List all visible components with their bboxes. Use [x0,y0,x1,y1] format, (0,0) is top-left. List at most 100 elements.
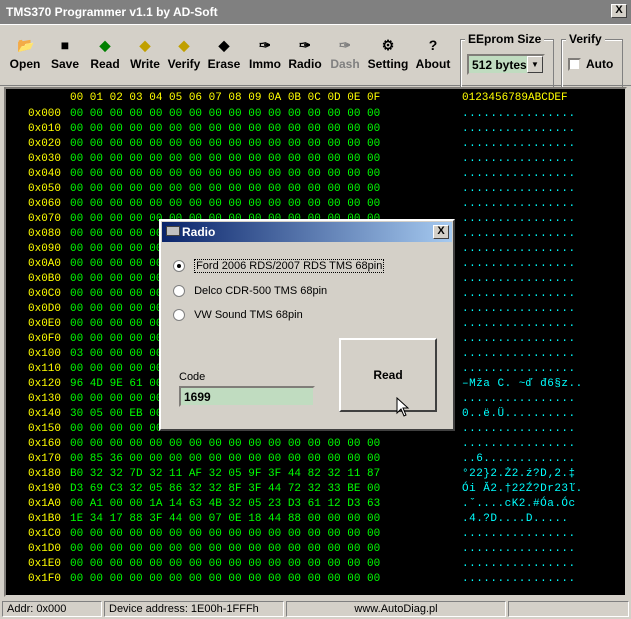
hex-row[interactable]: 0x1D0 00 00 00 00 00 00 00 00 00 00 00 00… [6,543,625,558]
about-button[interactable]: ? About [414,37,452,77]
verify-group: Verify Auto [561,32,623,89]
radio-option-ford[interactable]: Ford 2006 RDS/2007 RDS TMS 68pin [173,259,385,274]
hex-row-bytes[interactable]: 00 A1 00 00 1A 14 63 4B 32 05 23 D3 61 1… [70,498,380,510]
hex-row-ascii[interactable]: ................ [462,348,576,360]
hex-row-ascii[interactable]: –Mža C. ~ď đ6§z.. [462,378,583,390]
hex-row[interactable]: 0x160 00 00 00 00 00 00 00 00 00 00 00 00… [6,438,625,453]
hex-row[interactable]: 0x010 00 00 00 00 00 00 00 00 00 00 00 00… [6,123,625,138]
hex-row[interactable]: 0x180 B0 32 32 7D 32 11 AF 32 05 9F 3F 44… [6,468,625,483]
hex-row-bytes[interactable]: 1E 34 17 88 3F 44 00 07 0E 18 44 88 00 0… [70,513,380,525]
hex-row-address: 0x1D0 [28,543,62,555]
hex-row-bytes[interactable]: D3 69 C3 32 05 86 32 32 8F 3F 44 72 32 3… [70,483,380,495]
hex-row-bytes[interactable]: B0 32 32 7D 32 11 AF 32 05 9F 3F 44 82 3… [70,468,380,480]
open-button[interactable]: 📂 Open [8,37,42,77]
verify-button[interactable]: ◆ Verify [166,37,202,77]
radio-unselected-icon[interactable] [173,285,185,298]
hex-row-ascii[interactable]: .4.?D....D..... [462,513,569,525]
hex-row-bytes[interactable]: 00 00 00 00 00 00 00 00 00 00 00 00 00 0… [70,438,380,450]
hex-row-ascii[interactable]: 0..ë.Ü.......... [462,408,576,420]
erase-button[interactable]: ◆ Erase [207,37,241,77]
hex-row-bytes[interactable]: 00 00 00 00 00 00 00 00 00 00 00 00 00 0… [70,183,380,195]
hex-row-address: 0x0C0 [28,288,62,300]
setting-button[interactable]: ⚙ Setting [366,37,410,77]
hex-row-ascii[interactable]: ................ [462,558,576,570]
hex-row-bytes[interactable]: 00 00 00 00 00 00 00 00 00 00 00 00 00 0… [70,573,380,585]
hex-row[interactable]: 0x170 00 85 36 00 00 00 00 00 00 00 00 00… [6,453,625,468]
hex-row-ascii[interactable]: ................ [462,438,576,450]
dashboard-icon: ✑ [339,37,351,53]
hex-row[interactable]: 0x1E0 00 00 00 00 00 00 00 00 00 00 00 00… [6,558,625,573]
hex-row[interactable]: 0x000 00 00 00 00 00 00 00 00 00 00 00 00… [6,108,625,123]
radio-selected-icon[interactable] [173,260,185,273]
dialog-read-button[interactable]: Read [339,338,437,412]
hex-row-ascii[interactable]: ................ [462,273,576,285]
help-icon: ? [428,37,438,53]
hex-row-ascii[interactable]: ................ [462,183,576,195]
hex-row[interactable]: 0x1C0 00 00 00 00 00 00 00 00 00 00 00 00… [6,528,625,543]
hex-row-ascii[interactable]: ................ [462,258,576,270]
hex-row-address: 0x130 [28,393,62,405]
close-button[interactable]: X [611,4,627,18]
hex-row-bytes[interactable]: 00 00 00 00 00 00 00 00 00 00 00 00 00 0… [70,153,380,165]
eeprom-size-select[interactable]: 512 bytes ▼ [467,54,545,75]
chip-read-icon: ◆ [99,37,111,53]
hex-row-ascii[interactable]: ................ [462,228,576,240]
hex-row-bytes[interactable]: 00 00 00 00 00 00 00 00 00 00 00 00 00 0… [70,198,380,210]
code-field[interactable]: 1699 [179,386,315,407]
hex-row-ascii[interactable]: ................ [462,543,576,555]
hex-row-bytes[interactable]: 00 00 00 00 00 00 00 00 00 00 00 00 00 0… [70,108,380,120]
hex-row[interactable]: 0x1F0 00 00 00 00 00 00 00 00 00 00 00 00… [6,573,625,588]
verify-label: Verify [566,32,605,46]
radio-unselected-icon[interactable] [173,309,185,322]
hex-row[interactable]: 0x050 00 00 00 00 00 00 00 00 00 00 00 00… [6,183,625,198]
hex-row-ascii[interactable]: ................ [462,213,576,225]
radio-option-delco[interactable]: Delco CDR-500 TMS 68pin [173,285,327,298]
hex-row-bytes[interactable]: 00 00 00 00 00 00 00 00 00 00 00 00 00 0… [70,168,380,180]
write-button[interactable]: ◆ Write [128,37,162,77]
hex-row-ascii[interactable]: Ói Ă2.†22Ź?Dr23ľ. [462,483,583,495]
hex-row-ascii[interactable]: ................ [462,138,576,150]
hex-row-ascii[interactable]: °22}2.Ż2.ź?D‚2.‡ [462,468,576,480]
hex-row[interactable]: 0x190 D3 69 C3 32 05 86 32 32 8F 3F 44 72… [6,483,625,498]
hex-row[interactable]: 0x1A0 00 A1 00 00 1A 14 63 4B 32 05 23 D3… [6,498,625,513]
hex-row-bytes[interactable]: 00 00 00 00 00 00 00 00 00 00 00 00 00 0… [70,528,380,540]
hex-row-ascii[interactable]: ................ [462,363,576,375]
auto-checkbox[interactable] [568,58,581,71]
hex-row-ascii[interactable]: ................ [462,303,576,315]
hex-row-ascii[interactable]: ................ [462,333,576,345]
hex-row-ascii[interactable]: ................ [462,573,576,585]
hex-row-ascii[interactable]: ................ [462,123,576,135]
hex-row-ascii[interactable]: ................ [462,198,576,210]
hex-row-bytes[interactable]: 00 00 00 00 00 00 00 00 00 00 00 00 00 0… [70,138,380,150]
dialog-close-button[interactable]: X [433,225,449,239]
hex-row-bytes[interactable]: 00 00 00 00 00 00 00 00 00 00 00 00 00 0… [70,558,380,570]
radio-button[interactable]: ✑ Radio [287,37,323,77]
hex-row-ascii[interactable]: ................ [462,393,576,405]
hex-row-ascii[interactable]: ................ [462,423,576,435]
hex-row-ascii[interactable]: ................ [462,153,576,165]
hex-row-ascii[interactable]: .ˇ....cK2.#Óa.Óc [462,498,576,510]
hex-row[interactable]: 0x030 00 00 00 00 00 00 00 00 00 00 00 00… [6,153,625,168]
chevron-down-icon[interactable]: ▼ [527,56,543,73]
hex-row-bytes[interactable]: 00 00 00 00 00 00 00 00 00 00 00 00 00 0… [70,123,380,135]
dash-button[interactable]: ✑ Dash [328,37,362,77]
hex-row-bytes[interactable]: 00 85 36 00 00 00 00 00 00 00 00 00 00 0… [70,453,380,465]
hex-row-ascii[interactable]: ..6............. [462,453,576,465]
hex-row[interactable]: 0x040 00 00 00 00 00 00 00 00 00 00 00 00… [6,168,625,183]
immo-button[interactable]: ✑ Immo [248,37,282,77]
radio-option-vw[interactable]: VW Sound TMS 68pin [173,309,303,322]
hex-row[interactable]: 0x1B0 1E 34 17 88 3F 44 00 07 0E 18 44 88… [6,513,625,528]
hex-row-ascii[interactable]: ................ [462,168,576,180]
save-button[interactable]: ■ Save [48,37,82,77]
hex-row-ascii[interactable]: ................ [462,318,576,330]
hex-row[interactable]: 0x060 00 00 00 00 00 00 00 00 00 00 00 00… [6,198,625,213]
hex-row[interactable]: 0x020 00 00 00 00 00 00 00 00 00 00 00 00… [6,138,625,153]
read-button[interactable]: ◆ Read [88,37,122,77]
status-url: www.AutoDiag.pl [286,601,506,617]
hex-row-bytes[interactable]: 00 00 00 00 00 00 00 00 00 00 00 00 00 0… [70,543,380,555]
hex-row-ascii[interactable]: ................ [462,288,576,300]
hex-row-ascii[interactable]: ................ [462,108,576,120]
hex-row-ascii[interactable]: ................ [462,528,576,540]
hex-row-ascii[interactable]: ................ [462,243,576,255]
eeprom-size-label: EEprom Size [465,32,545,46]
